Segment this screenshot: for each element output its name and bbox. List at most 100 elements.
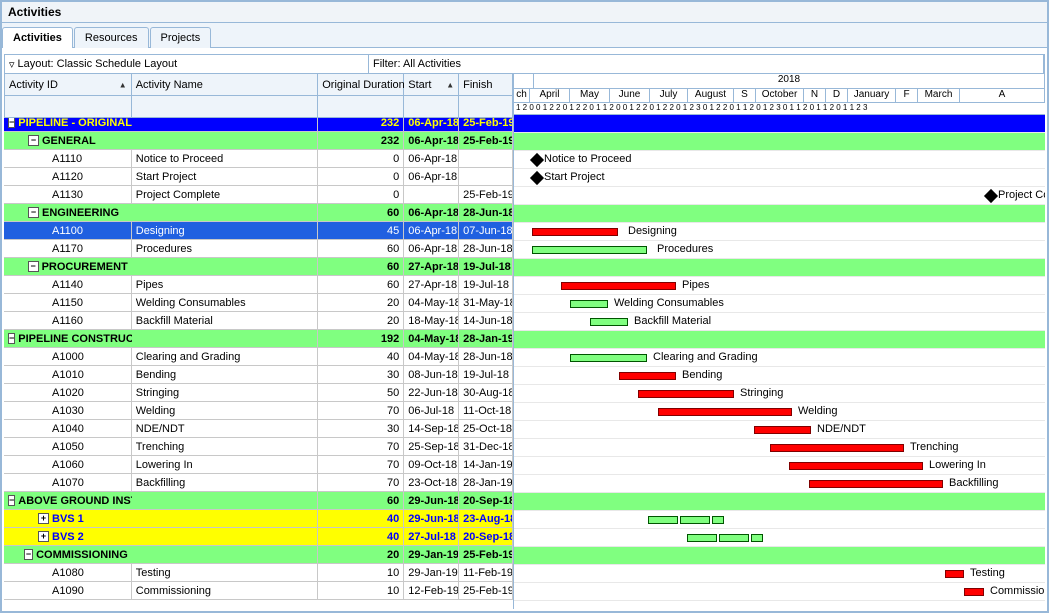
gantt-bar[interactable] (964, 588, 984, 596)
gantt-bar[interactable] (648, 516, 678, 524)
gantt-bar-label: Notice to Proceed (544, 153, 631, 165)
activity-row[interactable]: A1100Designing4506-Apr-1807-Jun-18 (4, 222, 513, 240)
activity-row[interactable]: A1080Testing1029-Jan-1911-Feb-19 (4, 564, 513, 582)
activity-row[interactable]: A1050Trenching7025-Sep-1831-Dec-18 (4, 438, 513, 456)
group-row[interactable]: +BVS 14029-Jun-1823-Aug-18 (4, 510, 513, 528)
group-row[interactable]: −PROCUREMENT6027-Apr-1819-Jul-18 (4, 258, 513, 276)
collapse-icon[interactable]: − (8, 495, 15, 506)
activity-row[interactable]: A1060Lowering In7009-Oct-1814-Jan-19 (4, 456, 513, 474)
activity-row[interactable]: A1020Stringing5022-Jun-1830-Aug-18 (4, 384, 513, 402)
gantt-bar[interactable] (532, 246, 647, 254)
gantt-row (514, 547, 1045, 565)
tab-resources[interactable]: Resources (74, 27, 149, 48)
gantt-bar[interactable] (619, 372, 676, 380)
gantt-row: Bending (514, 367, 1045, 385)
gantt-area[interactable]: Notice to ProceedStart ProjectProject Co… (514, 115, 1045, 609)
col-activity-id[interactable]: Activity ID ▲ (4, 74, 132, 96)
milestone-icon[interactable] (984, 189, 998, 203)
cell-activity-id: −PIPELINE CONSTRUCTION (4, 330, 132, 348)
tab-activities[interactable]: Activities (2, 27, 73, 48)
gantt-bar[interactable] (638, 390, 734, 398)
cell-finish: 07-Jun-18 (459, 222, 513, 240)
activity-row[interactable]: A1140Pipes6027-Apr-1819-Jul-18 (4, 276, 513, 294)
tab-projects[interactable]: Projects (150, 27, 212, 48)
cell-finish: 28-Jun-18 (459, 348, 513, 366)
expand-icon[interactable]: + (38, 531, 49, 542)
gantt-bar[interactable] (770, 444, 904, 452)
gantt-bar[interactable] (751, 534, 763, 542)
gantt-bar[interactable] (809, 480, 943, 488)
year-label: 2018 (534, 74, 1045, 88)
gantt-bar[interactable] (789, 462, 923, 470)
activity-row[interactable]: A1040NDE/NDT3014-Sep-1825-Oct-18 (4, 420, 513, 438)
gantt-bar-label: Designing (628, 225, 677, 237)
gantt-bar[interactable] (570, 354, 647, 362)
collapse-icon[interactable]: − (24, 549, 33, 560)
filter-bar: ▿ Layout: Classic Schedule Layout Filter… (4, 54, 1045, 74)
group-row[interactable]: −GENERAL23206-Apr-1825-Feb-19 (4, 132, 513, 150)
cell-activity-id: −PROCUREMENT (4, 258, 132, 276)
col-original-duration[interactable]: Original Duration (318, 74, 404, 96)
col-finish[interactable]: Finish (459, 74, 513, 96)
cell-start: 06-Jul-18 (404, 402, 459, 420)
gantt-bar[interactable] (590, 318, 628, 326)
gantt-bar[interactable] (532, 228, 618, 236)
cell-activity-id: A1170 (4, 240, 132, 258)
collapse-icon[interactable]: − (8, 117, 15, 128)
cell-start: 04-May-18 (404, 294, 459, 312)
col-start[interactable]: Start ▲ (404, 74, 459, 96)
layout-picker[interactable]: ▿ Layout: Classic Schedule Layout (5, 55, 369, 73)
cell-activity-name: Designing (132, 222, 319, 240)
cell-activity-id: A1000 (4, 348, 132, 366)
activity-row[interactable]: A1120Start Project006-Apr-18 (4, 168, 513, 186)
gantt-bar[interactable] (719, 534, 749, 542)
cell-start: 06-Apr-18 (404, 168, 459, 186)
collapse-icon[interactable]: − (28, 261, 39, 272)
gantt-bar[interactable] (687, 534, 717, 542)
group-row[interactable]: −PIPELINE CONSTRUCTION19204-May-1828-Jan… (4, 330, 513, 348)
filter-picker[interactable]: Filter: All Activities (369, 55, 1044, 73)
month-header: July (650, 89, 688, 102)
gantt-bar[interactable] (945, 570, 964, 578)
collapse-icon[interactable]: − (8, 333, 15, 344)
activity-row[interactable]: A1090Commissioning1012-Feb-1925-Feb-19 (4, 582, 513, 600)
activity-row[interactable]: A1030Welding7006-Jul-1811-Oct-18 (4, 402, 513, 420)
gantt-row: Welding (514, 403, 1045, 421)
activity-row[interactable]: A1130Project Complete025-Feb-19 (4, 186, 513, 204)
gantt-bar[interactable] (712, 516, 724, 524)
activity-row[interactable]: A1010Bending3008-Jun-1819-Jul-18 (4, 366, 513, 384)
cell-duration: 40 (318, 528, 404, 546)
gantt-bar[interactable] (680, 516, 710, 524)
milestone-icon[interactable] (530, 153, 544, 167)
cell-start: 27-Apr-18 (404, 258, 459, 276)
activity-row[interactable]: A1150Welding Consumables2004-May-1831-Ma… (4, 294, 513, 312)
gantt-bar[interactable] (561, 282, 676, 290)
gantt-bar[interactable] (754, 426, 811, 434)
cell-duration: 50 (318, 384, 404, 402)
cell-duration: 70 (318, 456, 404, 474)
cell-activity-name (132, 492, 319, 510)
group-row[interactable]: −ABOVE GROUND INSTALLATIONS6029-Jun-1820… (4, 492, 513, 510)
activity-row[interactable]: A1000Clearing and Grading4004-May-1828-J… (4, 348, 513, 366)
cell-start: 27-Apr-18 (404, 276, 459, 294)
gantt-bar[interactable] (658, 408, 792, 416)
activity-row[interactable]: A1070Backfilling7023-Oct-1828-Jan-19 (4, 474, 513, 492)
collapse-icon[interactable]: − (28, 207, 39, 218)
activity-row[interactable]: A1110Notice to Proceed006-Apr-18 (4, 150, 513, 168)
cell-finish: 31-May-18 (459, 294, 513, 312)
collapse-icon[interactable]: − (28, 135, 39, 146)
cell-activity-name: Stringing (132, 384, 319, 402)
group-row[interactable]: −ENGINEERING6006-Apr-1828-Jun-18 (4, 204, 513, 222)
activity-row[interactable]: A1170Procedures6006-Apr-1828-Jun-18 (4, 240, 513, 258)
group-row[interactable]: +BVS 24027-Jul-1820-Sep-18 (4, 528, 513, 546)
expand-icon[interactable]: + (38, 513, 49, 524)
group-row[interactable]: −COMMISSIONING2029-Jan-1925-Feb-19 (4, 546, 513, 564)
activity-row[interactable]: A1160Backfill Material2018-May-1814-Jun-… (4, 312, 513, 330)
milestone-icon[interactable] (530, 171, 544, 185)
gantt-bar[interactable] (570, 300, 608, 308)
col-activity-name[interactable]: Activity Name (132, 74, 319, 96)
grid-rows[interactable]: −PIPELINE - ORIGINAL23206-Apr-1825-Feb-1… (4, 114, 513, 609)
gantt-bar-label: NDE/NDT (817, 423, 866, 435)
cell-activity-name (132, 204, 319, 222)
cell-duration: 20 (318, 294, 404, 312)
